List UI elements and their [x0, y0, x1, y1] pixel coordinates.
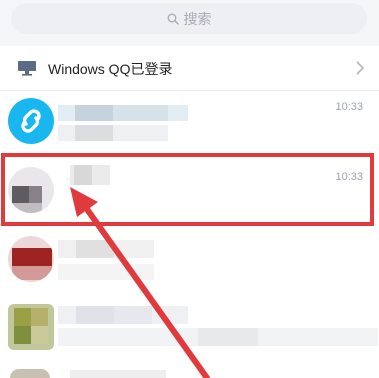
avatar	[8, 304, 54, 350]
blurred-message-preview	[58, 264, 154, 280]
search-input[interactable]: 搜索	[11, 3, 367, 34]
windows-qq-login-banner[interactable]: Windows QQ已登录	[0, 46, 379, 91]
chevron-right-icon	[356, 61, 365, 75]
avatar	[8, 236, 54, 282]
highlight-box	[1, 153, 374, 226]
blurred-contact-name	[70, 370, 166, 378]
message-time: 10:33	[335, 101, 363, 113]
avatar	[10, 369, 50, 378]
login-banner-label: Windows QQ已登录	[48, 61, 173, 77]
conversation-item[interactable]	[0, 228, 379, 298]
link-icon	[21, 109, 41, 133]
avatar	[8, 98, 54, 144]
search-icon	[167, 13, 179, 25]
conversation-item[interactable]: 10:33	[0, 91, 379, 161]
search-placeholder: 搜索	[183, 10, 212, 27]
conversation-item[interactable]	[0, 296, 379, 366]
search-bar: 搜索	[0, 0, 379, 46]
conversation-item[interactable]	[0, 366, 379, 378]
monitor-icon	[18, 61, 36, 76]
